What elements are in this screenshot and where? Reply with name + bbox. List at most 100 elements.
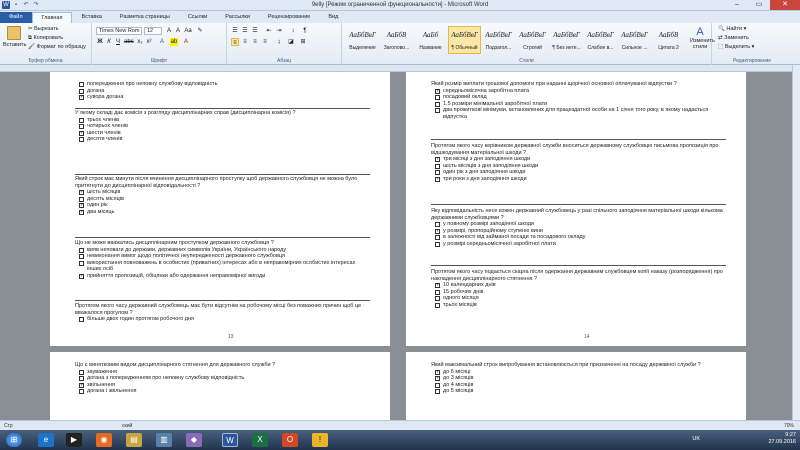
checked-box-icon[interactable] [435, 282, 440, 289]
empty-box-icon[interactable] [435, 170, 440, 175]
maximize-button[interactable]: ▭ [748, 0, 770, 10]
tab-references[interactable]: Ссылки [179, 12, 216, 23]
page-count[interactable]: Стр [4, 423, 13, 429]
show-marks-button[interactable]: ¶ [301, 27, 309, 35]
excel-icon[interactable]: X [252, 433, 268, 447]
text-effects-button[interactable]: A [158, 38, 166, 46]
document-page[interactable]: попередження про неповну службову відпов… [50, 72, 390, 346]
style-item[interactable]: АаБбВвГ Выделение [346, 26, 379, 54]
empty-box-icon[interactable] [435, 302, 440, 308]
checked-box-icon[interactable] [79, 94, 84, 101]
empty-box-icon[interactable] [435, 163, 440, 169]
media-icon[interactable]: ▶ [66, 433, 82, 447]
answer-option[interactable]: десяти членів [75, 136, 370, 143]
style-item[interactable]: АаБбВвГ Подзагол... [482, 26, 515, 54]
empty-box-icon[interactable] [79, 260, 84, 266]
answer-option[interactable]: догана і звільнення [75, 388, 370, 395]
grow-font-button[interactable]: A [165, 27, 173, 35]
keyboard-language[interactable]: UK [692, 436, 700, 442]
style-item[interactable]: АаБбВвГ ¶ Обычный [448, 26, 481, 54]
replace-button[interactable]: ⇄ Заменить [718, 35, 749, 41]
justify-button[interactable]: ≡ [261, 38, 269, 46]
tab-page-layout[interactable]: Разметка страницы [111, 12, 179, 23]
checked-box-icon[interactable] [79, 130, 84, 136]
checked-box-icon[interactable] [79, 273, 84, 279]
empty-box-icon[interactable] [79, 254, 84, 259]
document-canvas[interactable]: попередження про неповну службову відпов… [0, 72, 792, 420]
empty-box-icon[interactable] [79, 117, 84, 123]
paste-button[interactable]: Вставить [3, 26, 26, 48]
answer-option[interactable]: трьох місяців [431, 302, 726, 309]
style-item[interactable]: АаБб Название [414, 26, 447, 54]
empty-box-icon[interactable] [79, 389, 84, 394]
empty-box-icon[interactable] [435, 235, 440, 240]
copy-button[interactable]: ⧉ Копировать [28, 35, 63, 42]
checked-box-icon[interactable] [435, 176, 440, 182]
empty-box-icon[interactable] [435, 101, 440, 107]
empty-box-icon[interactable] [79, 369, 84, 375]
answer-option[interactable]: до 5 місяців [431, 388, 726, 395]
style-item[interactable]: АаБбВ Заголово... [380, 26, 413, 54]
empty-box-icon[interactable] [79, 137, 84, 142]
minimize-button[interactable]: – [726, 0, 748, 10]
style-item[interactable]: АаБбВвГ Строгий [516, 26, 549, 54]
font-color-button[interactable]: A [182, 38, 190, 46]
align-right-button[interactable]: ≡ [251, 38, 259, 46]
line-spacing-button[interactable]: ↨ [275, 38, 283, 46]
zoom-level[interactable]: 70% [784, 423, 794, 429]
select-button[interactable]: ⬚ Выделить ▾ [718, 44, 754, 50]
format-painter-button[interactable]: 🖌 Формат по образцу [28, 44, 86, 50]
answer-option[interactable]: більше двох годин протягом робочого дня [75, 316, 370, 323]
warning-icon[interactable]: ! [312, 433, 328, 447]
outlook-icon[interactable]: O [282, 433, 298, 447]
italic-button[interactable]: К [105, 38, 113, 46]
ie-icon[interactable]: e [38, 433, 54, 447]
language-indicator[interactable]: ский [122, 423, 132, 429]
checked-box-icon[interactable] [435, 88, 440, 94]
cut-button[interactable]: ✂ Вырезать [28, 26, 59, 32]
document-page[interactable]: Який максимальний строк випробування вст… [406, 352, 746, 420]
checked-box-icon[interactable] [435, 228, 440, 234]
checked-box-icon[interactable] [435, 375, 440, 382]
font-size-combo[interactable]: 12 [144, 27, 162, 35]
tab-home[interactable]: Главная [31, 12, 73, 23]
superscript-button[interactable]: x² [145, 38, 153, 46]
decrease-indent-button[interactable]: ⇤ [265, 27, 273, 35]
find-button[interactable]: 🔍 Найти ▾ [718, 26, 746, 32]
close-button[interactable]: ✕ [770, 0, 800, 10]
empty-box-icon[interactable] [435, 95, 440, 100]
change-case-button[interactable]: Aa [184, 27, 192, 35]
numbering-button[interactable]: ☰ [241, 27, 249, 35]
answer-option[interactable]: використання повноважень в особистих (пр… [75, 260, 370, 273]
multilevel-list-button[interactable]: ☰ [251, 27, 259, 35]
start-button[interactable]: ⊞ [6, 433, 22, 447]
empty-box-icon[interactable] [435, 222, 440, 227]
answer-option[interactable]: три роки з дня заподіяння шкоди [431, 176, 726, 182]
answer-option[interactable]: у розмірі середньомісячної заробітної пл… [431, 241, 726, 248]
checked-box-icon[interactable] [435, 369, 440, 375]
empty-box-icon[interactable] [435, 389, 440, 394]
shading-button[interactable]: ◪ [287, 38, 295, 46]
strikethrough-button[interactable]: abc [124, 38, 134, 46]
style-item[interactable]: АаБбВвГ ¶ Без инте... [550, 26, 583, 54]
clear-format-button[interactable]: ✎ [196, 27, 204, 35]
tab-file[interactable]: Файл [0, 12, 32, 23]
align-left-button[interactable]: ≡ [231, 38, 239, 46]
checked-box-icon[interactable] [435, 156, 440, 163]
app-icon[interactable]: ▥ [156, 433, 172, 447]
answer-option[interactable]: два прожиткові мінімуми, встановлених дл… [431, 107, 726, 120]
tab-insert[interactable]: Вставка [72, 12, 110, 23]
app-icon[interactable]: ◆ [186, 433, 202, 447]
tab-view[interactable]: Вид [319, 12, 347, 23]
checked-box-icon[interactable] [79, 209, 84, 215]
style-item[interactable]: АаБбВвГ Сильное ... [618, 26, 651, 54]
align-center-button[interactable]: ≡ [241, 38, 249, 46]
empty-box-icon[interactable] [435, 289, 440, 295]
empty-box-icon[interactable] [435, 296, 440, 301]
empty-box-icon[interactable] [435, 382, 440, 388]
empty-box-icon[interactable] [79, 124, 84, 129]
empty-box-icon[interactable] [79, 376, 84, 381]
subscript-button[interactable]: x₂ [136, 38, 144, 46]
borders-button[interactable]: ⊞ [299, 38, 307, 46]
bold-button[interactable]: Ж [96, 38, 104, 46]
